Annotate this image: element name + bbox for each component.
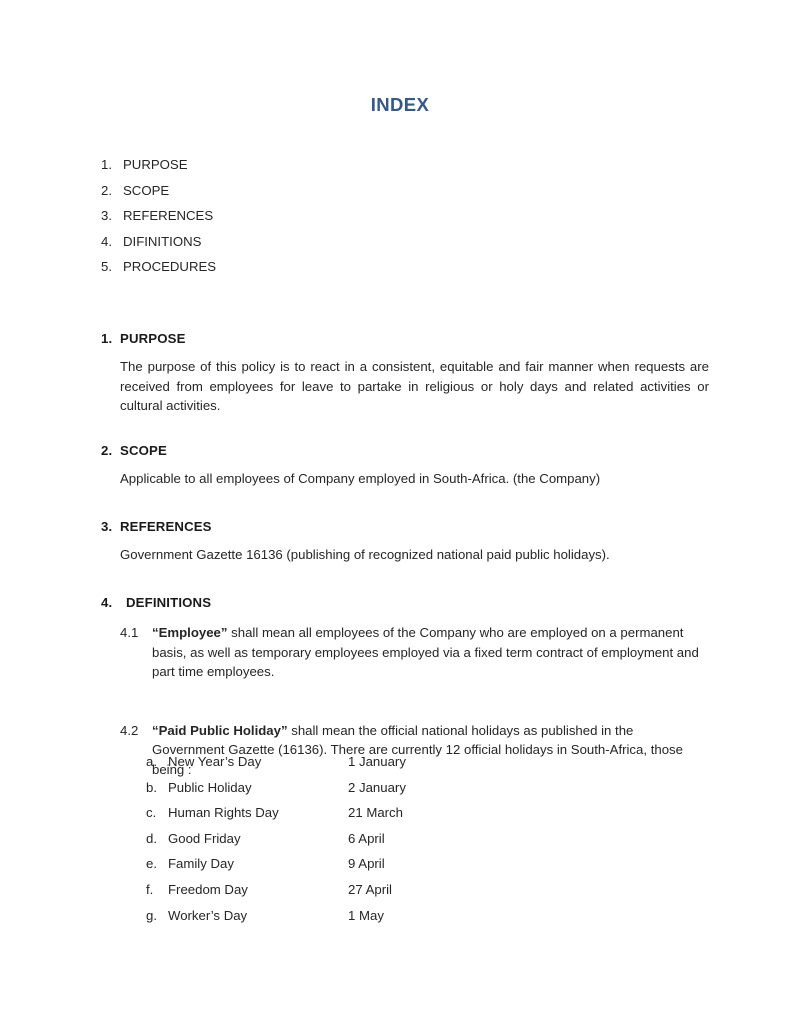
- index-item-label: DIFINITIONS: [123, 233, 202, 249]
- holiday-name: Good Friday: [168, 830, 241, 846]
- index-list-item: 1. PURPOSE: [101, 152, 501, 178]
- index-list-item: 4. DIFINITIONS: [101, 229, 501, 255]
- index-item-number: 3.: [101, 208, 112, 224]
- holiday-name: Public Holiday: [168, 779, 252, 795]
- clause-4-1-number: 4.1: [120, 625, 139, 640]
- section-references-heading: 3. REFERENCES: [101, 519, 709, 534]
- holiday-list-item: d. Good Friday 6 April: [146, 826, 566, 852]
- index-item-label: SCOPE: [123, 182, 170, 198]
- section-scope-heading: 2. SCOPE: [101, 443, 709, 458]
- index-item-number: 2.: [101, 182, 112, 198]
- holiday-list-item: c. Human Rights Day 21 March: [146, 800, 566, 826]
- section-scope: 2. SCOPE Applicable to all employees of …: [101, 443, 709, 489]
- section-definitions-title: DEFINITIONS: [126, 595, 212, 610]
- holiday-date: 9 April: [348, 856, 385, 872]
- index-list-item: 2. SCOPE: [101, 178, 501, 204]
- holiday-date: 1 May: [348, 907, 384, 923]
- index-item-label: PROCEDURES: [123, 259, 217, 275]
- holiday-name: Human Rights Day: [168, 805, 279, 821]
- holiday-name: New Year’s Day: [168, 754, 262, 769]
- section-scope-number: 2.: [101, 443, 113, 458]
- holiday-date: 27 April: [348, 881, 392, 897]
- clause-4-2-term: “Paid Public Holiday”: [152, 722, 288, 738]
- index-list-item: 5. PROCEDURES: [101, 254, 501, 280]
- clause-4-1: 4.1 “Employee” shall mean all employees …: [101, 623, 709, 682]
- holiday-letter: e.: [146, 856, 157, 872]
- page-title: INDEX: [370, 94, 430, 115]
- section-definitions-number: 4.: [101, 595, 113, 610]
- section-definitions-heading: 4. DEFINITIONS: [101, 595, 709, 610]
- holiday-name: Worker’s Day: [168, 907, 248, 923]
- section-scope-title: SCOPE: [120, 443, 167, 458]
- holiday-name: Family Day: [168, 856, 234, 872]
- section-references-number: 3.: [101, 519, 113, 534]
- index-item-number: 5.: [101, 259, 112, 275]
- holiday-list-item: a. New Year’s Day 1 January: [146, 749, 566, 775]
- section-references-title: REFERENCES: [120, 519, 212, 534]
- holiday-letter: b.: [146, 779, 157, 795]
- holiday-letter: a.: [146, 754, 157, 769]
- document-page: INDEX 1. PURPOSE 2. SCOPE 3. REFERENCES …: [0, 0, 800, 1035]
- clause-4-2-number: 4.2: [120, 722, 139, 738]
- section-references: 3. REFERENCES Government Gazette 16136 (…: [101, 519, 709, 565]
- index-list: 1. PURPOSE 2. SCOPE 3. REFERENCES 4. DIF…: [101, 152, 501, 280]
- section-purpose-title: PURPOSE: [120, 331, 186, 346]
- holiday-list-item: e. Family Day 9 April: [146, 851, 566, 877]
- index-item-number: 1.: [101, 157, 112, 172]
- holiday-date: 1 January: [348, 754, 406, 769]
- clause-4-1-body: shall mean all employees of the Company …: [152, 625, 699, 680]
- holiday-date: 2 January: [348, 779, 406, 795]
- holiday-list-item: f. Freedom Day 27 April: [146, 877, 566, 903]
- holiday-name: Freedom Day: [168, 881, 248, 897]
- holiday-letter: g.: [146, 907, 157, 923]
- holiday-letter: c.: [146, 805, 157, 821]
- section-scope-body: Applicable to all employees of Company e…: [120, 471, 601, 486]
- index-item-label: REFERENCES: [123, 208, 214, 224]
- holiday-date: 6 April: [348, 830, 385, 846]
- section-purpose-heading: 1. PURPOSE: [101, 331, 709, 346]
- index-item-number: 4.: [101, 233, 112, 249]
- holiday-letter: d.: [146, 830, 157, 846]
- clause-4-1-term: “Employee”: [152, 625, 228, 640]
- index-item-label: PURPOSE: [123, 157, 188, 172]
- section-purpose: 1. PURPOSE The purpose of this policy is…: [101, 331, 709, 416]
- holiday-list-item: b. Public Holiday 2 January: [146, 775, 566, 801]
- section-purpose-body: The purpose of this policy is to react i…: [120, 359, 709, 414]
- index-list-item: 3. REFERENCES: [101, 203, 501, 229]
- holiday-list-item: g. Worker’s Day 1 May: [146, 903, 566, 929]
- holiday-list: a. New Year’s Day 1 January b. Public Ho…: [146, 749, 566, 928]
- section-references-body: Government Gazette 16136 (publishing of …: [120, 547, 610, 562]
- holiday-letter: f.: [146, 881, 154, 897]
- clause-4-1-text: “Employee” shall mean all employees of t…: [152, 623, 709, 682]
- section-purpose-number: 1.: [101, 331, 113, 346]
- holiday-date: 21 March: [348, 805, 403, 821]
